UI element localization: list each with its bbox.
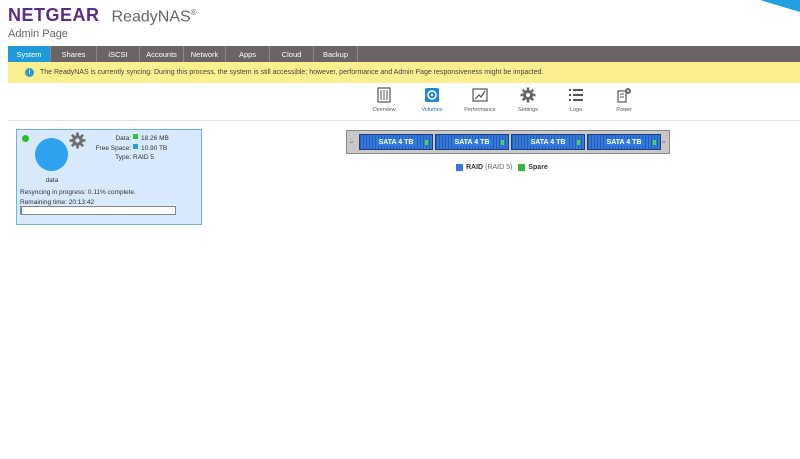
tab-network[interactable]: Network [184, 46, 226, 62]
system-toolbar: Overview Volumes Performance Settings Lo… [360, 87, 648, 117]
disk-bay: 1 SATA 4 TB SATA 4 TB SATA 4 TB SATA 4 T… [346, 130, 670, 154]
power-button[interactable]: Power [600, 87, 648, 117]
settings-button[interactable]: Settings [504, 87, 552, 117]
brand: NETGEAR ReadyNAS® [8, 5, 197, 27]
netgear-logo: NETGEAR [8, 5, 100, 25]
disk-2-led [501, 140, 504, 145]
bay-right-label: 2 [661, 140, 667, 144]
free-space-value: 10.90 TB [141, 144, 168, 152]
tab-backup[interactable]: Backup [314, 46, 358, 62]
data-label: Data: [115, 135, 131, 142]
free-space-label: Free Space: [95, 144, 131, 152]
power-icon [617, 88, 631, 103]
data-swatch [133, 134, 138, 139]
type-label: Type: [115, 154, 131, 162]
spare-swatch [518, 164, 526, 171]
tab-system[interactable]: System [8, 46, 51, 62]
performance-icon [472, 88, 488, 102]
info-icon: i [25, 68, 34, 77]
volume-stats: Data: 18.26 MB Free Space: 10.90 TB Type: R… [87, 134, 169, 163]
volume-status-dot [22, 135, 29, 142]
disk-4-led [653, 140, 656, 145]
disk-1-led [425, 140, 428, 145]
volume-name: data [45, 177, 59, 184]
raid-legend-detail: (RAID 5) [485, 164, 513, 171]
volumes-label: Volumes [421, 107, 443, 113]
bay-left-label: 1 [349, 140, 355, 144]
notice-text: The ReadyNAS is currently syncing. Durin… [40, 69, 544, 76]
disk-2-label: SATA 4 TB [452, 138, 492, 146]
disk-4-label: SATA 4 TB [604, 138, 644, 146]
data-value: 18.26 MB [141, 135, 169, 142]
raid-legend-label: RAID [466, 164, 484, 171]
tab-accounts[interactable]: Accounts [140, 46, 184, 62]
logs-button[interactable]: Logs [552, 87, 600, 117]
performance-button[interactable]: Performance [456, 87, 504, 117]
volumes-button[interactable]: Volumes [408, 87, 456, 117]
volumes-icon [425, 88, 439, 102]
toolbar-divider [8, 120, 800, 121]
overview-button[interactable]: Overview [360, 87, 408, 117]
main-tabs: System Shares iSCSI Accounts Network App… [8, 46, 800, 62]
page-title: Admin Page [8, 28, 68, 40]
volume-settings-gear-icon[interactable] [69, 132, 86, 149]
overview-label: Overview [372, 107, 396, 113]
disk-1-label: SATA 4 TB [376, 138, 416, 146]
tab-cloud[interactable]: Cloud [270, 46, 314, 62]
disk-slot-1[interactable]: SATA 4 TB [359, 134, 433, 150]
settings-label: Settings [518, 107, 538, 113]
disk-legend: RAID (RAID 5) Spare [456, 164, 548, 171]
sync-notice: i The ReadyNAS is currently syncing. Dur… [8, 62, 800, 83]
disk-3-led [577, 140, 580, 145]
resync-progress-bar [20, 206, 176, 215]
header-accent [760, 0, 800, 12]
settings-icon [520, 87, 536, 103]
performance-label: Performance [464, 107, 496, 113]
tab-iscsi[interactable]: iSCSI [97, 46, 140, 62]
logs-icon [569, 89, 583, 101]
volume-usage-circle [35, 138, 68, 171]
free-space-swatch [133, 143, 138, 149]
logs-label: Logs [570, 107, 582, 113]
product-name: ReadyNAS® [111, 7, 197, 25]
raid-swatch [456, 164, 463, 171]
disk-slot-2[interactable]: SATA 4 TB [435, 134, 509, 150]
power-label: Power [616, 107, 632, 113]
disk-slot-4[interactable]: SATA 4 TB [587, 134, 661, 150]
resync-status: Resyncing in progress: 0.11% complete. R… [20, 188, 136, 207]
volume-card[interactable]: data Data: 18.26 MB Free Space: 10.90 TB T… [16, 129, 202, 225]
resync-progress-text: Resyncing in progress: 0.11% complete. [20, 189, 136, 196]
type-value: RAID 5 [133, 154, 154, 162]
overview-icon [377, 87, 391, 103]
disk-slot-3[interactable]: SATA 4 TB [511, 134, 585, 150]
tab-apps[interactable]: Apps [226, 46, 270, 62]
tab-shares[interactable]: Shares [51, 46, 97, 62]
disk-3-label: SATA 4 TB [528, 138, 568, 146]
spare-legend-label: Spare [528, 164, 548, 171]
